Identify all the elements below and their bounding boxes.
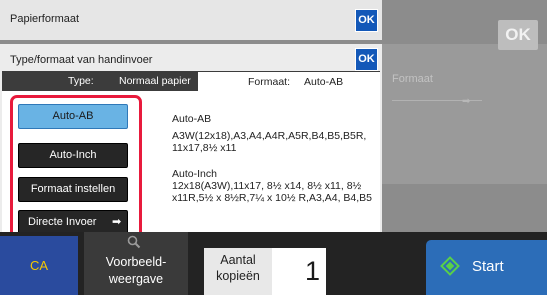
- background-panel-text: Formaat: [392, 73, 433, 85]
- direct-input-label: Directe Invoer: [28, 216, 97, 228]
- tab-type-label: Type:: [68, 75, 94, 87]
- manual-feed-title: Type/formaat van handinvoer: [10, 54, 153, 66]
- copies-label: Aantal kopieën: [204, 248, 272, 295]
- tab-bar: Type: Normaal papier Formaat: Auto-AB: [2, 71, 380, 92]
- tab-type-value: Normaal papier: [119, 75, 191, 87]
- start-button[interactable]: Start: [426, 240, 547, 295]
- tab-format[interactable]: Formaat: Auto-AB: [198, 71, 380, 92]
- manual-feed-ok-button[interactable]: OK: [355, 48, 378, 71]
- start-label: Start: [472, 258, 504, 275]
- background-arrow-icon: ➡: [462, 96, 471, 107]
- auto-inch-heading: Auto-Inch: [172, 168, 217, 180]
- auto-ab-heading: Auto-AB: [172, 113, 212, 125]
- background-ok-button: OK: [498, 20, 538, 50]
- arrow-right-icon: ➡: [112, 216, 122, 228]
- tab-format-label: Formaat:: [248, 76, 291, 88]
- background-panel: [380, 44, 547, 184]
- preview-label-line1: Voorbeeld-: [105, 255, 167, 269]
- paper-size-ok-button[interactable]: OK: [355, 9, 378, 32]
- ca-button[interactable]: CA: [0, 236, 78, 295]
- paper-size-title: Papierformaat: [10, 13, 80, 25]
- copies-label-line2: kopieën: [216, 269, 260, 283]
- diamond-start-icon: [440, 256, 460, 276]
- preview-button[interactable]: Voorbeeld- weergave: [84, 232, 188, 295]
- tab-format-value: Auto-AB: [304, 76, 344, 88]
- magnifier-icon: [127, 235, 143, 251]
- auto-ab-sizes: A3W(12x18),A3,A4,A4R,A5R,B4,B5,B5R, 11x1…: [172, 130, 367, 154]
- copies-count-field[interactable]: 1: [272, 248, 326, 295]
- paper-size-dialog: Papierformaat OK: [0, 0, 382, 40]
- preview-label-line2: weergave: [108, 272, 164, 286]
- auto-inch-sizes: 12x18(A3W),11x17, 8½ x14, 8½ x11, 8½ x11…: [172, 180, 373, 204]
- auto-inch-button[interactable]: Auto-Inch: [18, 143, 128, 168]
- set-size-button[interactable]: Formaat instellen: [18, 177, 128, 202]
- auto-ab-button[interactable]: Auto-AB: [18, 104, 128, 129]
- copies-label-line1: Aantal: [220, 253, 256, 267]
